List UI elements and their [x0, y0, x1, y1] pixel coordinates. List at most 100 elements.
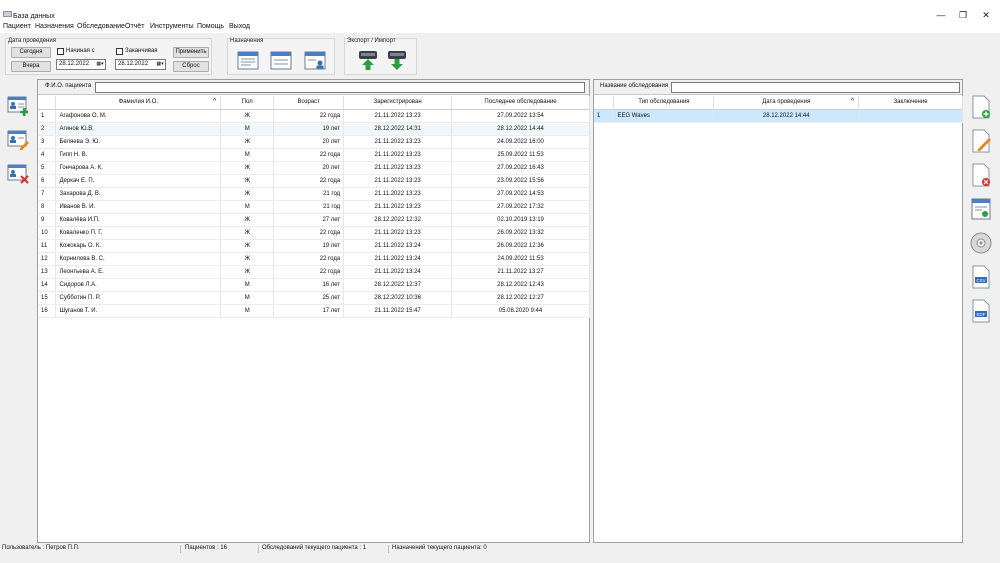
- column-header-age[interactable]: Возраст: [273, 96, 345, 110]
- exam-name-input[interactable]: [671, 82, 960, 93]
- delete-patient-icon[interactable]: [7, 164, 29, 184]
- menu-report[interactable]: Отчёт: [125, 23, 144, 30]
- row-index: 1: [38, 109, 57, 123]
- patient-sex: Ж: [220, 239, 275, 253]
- column-header-sex[interactable]: Пол: [220, 96, 275, 110]
- patient-last-exam: 25.09.2022 11:53: [451, 148, 590, 162]
- status-user: Пользователь : Петров П.П.: [2, 545, 80, 551]
- patient-sex: М: [220, 278, 275, 292]
- reset-button[interactable]: Сброс: [173, 61, 209, 72]
- end-date-checkbox[interactable]: [116, 48, 123, 55]
- apply-button[interactable]: Применить: [173, 47, 209, 58]
- menu-help[interactable]: Помощь: [197, 23, 224, 30]
- add-patient-icon[interactable]: [7, 96, 29, 116]
- patient-name-input[interactable]: [95, 82, 585, 93]
- exams-table: Тип обследования Дата проведения ^ Заключ…: [594, 96, 963, 123]
- menu-exit[interactable]: Выход: [229, 23, 250, 30]
- patient-row[interactable]: 13 Леонтьева А. Е. Ж 22 года 21.11.2022 13:2…: [38, 265, 590, 279]
- patient-registered: 21.11.2022 15:47: [343, 304, 453, 318]
- patient-sex: Ж: [220, 226, 275, 240]
- import-icon[interactable]: [357, 49, 379, 71]
- add-exam-icon[interactable]: [970, 95, 992, 119]
- column-header-last-exam[interactable]: Последнее обследование: [451, 96, 590, 110]
- calendar-dropdown-icon[interactable]: ▦▾: [156, 61, 164, 68]
- patient-registered: 21.11.2022 13:23: [343, 109, 453, 123]
- menu-tools[interactable]: Инструменты: [150, 23, 194, 30]
- column-header-exam-type[interactable]: Тип обследования: [613, 96, 715, 110]
- patient-row[interactable]: 2 Агинов Ю.В. М 19 лет 28.12.2022 14:31 28.12…: [38, 122, 590, 136]
- exam-report-icon[interactable]: [970, 197, 992, 221]
- column-header-exam-date[interactable]: Дата проведения ^: [713, 96, 860, 110]
- patient-name: Корнилова В. С.: [55, 252, 222, 266]
- patient-row[interactable]: 11 Кожокарь О. К. Ж 19 лет 21.11.2022 13:24 2…: [38, 239, 590, 253]
- patient-registered: 21.11.2022 13:23: [343, 174, 453, 188]
- disc-icon[interactable]: [970, 231, 992, 255]
- assignment-edit-icon[interactable]: [270, 49, 292, 71]
- patient-last-exam: 27.09.2022 14:53: [451, 187, 590, 201]
- menu-examination[interactable]: Обследование: [77, 23, 125, 30]
- patient-registered: 21.11.2022 13:23: [343, 187, 453, 201]
- export-icon[interactable]: [386, 49, 408, 71]
- restore-button[interactable]: ❐: [956, 9, 970, 21]
- patient-row[interactable]: 3 Беляева Э. Ю. Ж 20 лет 21.11.2022 13:23 24.…: [38, 135, 590, 149]
- patient-row[interactable]: 12 Корнилова В. С. Ж 22 года 21.11.2022 13:2…: [38, 252, 590, 266]
- assignment-list-icon[interactable]: [237, 49, 259, 71]
- column-header-name[interactable]: Фамилия И.О. ^: [55, 96, 222, 110]
- patient-row[interactable]: 9 Ковалёва И.П. Ж 27 лет 28.12.2022 12:32 02.…: [38, 213, 590, 227]
- patient-row[interactable]: 5 Гончарова А. К. Ж 20 лет 21.11.2022 13:23 2…: [38, 161, 590, 175]
- patient-last-exam: 02.10.2019 13:19: [451, 213, 590, 227]
- export-csv-icon[interactable]: CSV: [970, 265, 992, 289]
- start-date-picker[interactable]: 28.12.2022 ▦▾: [56, 59, 106, 70]
- row-index: 12: [38, 252, 57, 266]
- patient-age: 27 лет: [273, 213, 345, 227]
- close-button[interactable]: ✕: [979, 9, 993, 21]
- exam-row[interactable]: 1 EEG Waves 28.12.2022 14:44: [594, 109, 963, 123]
- patient-row[interactable]: 1 Агафонова О. М. Ж 22 года 21.11.2022 13:23…: [38, 109, 590, 123]
- patient-registered: 21.11.2022 13:23: [343, 226, 453, 240]
- patient-registered: 28.12.2022 12:32: [343, 213, 453, 227]
- edit-patient-icon[interactable]: [7, 130, 29, 150]
- start-date-label: Начиная с: [66, 48, 95, 54]
- export-edf-icon[interactable]: EDF: [970, 299, 992, 323]
- patient-age: 16 лет: [273, 278, 345, 292]
- patient-name: Иванов В. И.: [55, 200, 222, 214]
- patient-name: Захарова Д. В.: [55, 187, 222, 201]
- patients-header-row: Фамилия И.О. ^ Пол Возраст Зарегистрирова…: [38, 96, 590, 110]
- yesterday-button[interactable]: Вчера: [11, 61, 51, 72]
- patient-row[interactable]: 6 Деркач Е. П. Ж 22 года 21.11.2022 13:23 23.…: [38, 174, 590, 188]
- row-index: 16: [38, 304, 57, 318]
- status-exam-count: Обследований текущего пациента : 1: [262, 545, 367, 551]
- assignment-patient-icon[interactable]: [304, 49, 326, 71]
- patient-row[interactable]: 15 Субботин П. Р. М 25 лет 28.12.2022 10:36 2…: [38, 291, 590, 305]
- patient-row[interactable]: 14 Сидоров Л.А. М 16 лет 28.12.2022 12:37 28.…: [38, 278, 590, 292]
- patient-row[interactable]: 4 Гипп Н. В. М 22 года 21.11.2022 13:23 25.09…: [38, 148, 590, 162]
- calendar-dropdown-icon[interactable]: ▦▾: [96, 61, 104, 68]
- patients-panel: Ф.И.О. пациента Фамилия И.О. ^ Пол Возрас…: [37, 79, 590, 543]
- column-header-conclusion[interactable]: Заключение: [858, 96, 963, 110]
- patient-registered: 21.11.2022 13:24: [343, 239, 453, 253]
- column-header-registered[interactable]: Зарегистрирован: [343, 96, 453, 110]
- today-button[interactable]: Сегодня: [11, 47, 51, 58]
- patient-registered: 21.11.2022 13:23: [343, 135, 453, 149]
- patient-sex: М: [220, 291, 275, 305]
- minimize-button[interactable]: —: [934, 9, 948, 21]
- status-separator: [180, 545, 181, 553]
- patient-row[interactable]: 7 Захарова Д. В. Ж 21 год 21.11.2022 13:23 27…: [38, 187, 590, 201]
- patient-row[interactable]: 8 Иванов В. И. М 21 год 21.11.2022 13:23 27.0…: [38, 200, 590, 214]
- patients-table-body: 1 Агафонова О. М. Ж 22 года 21.11.2022 13:23…: [38, 109, 590, 318]
- patient-row[interactable]: 16 Шуганов Т. И. М 17 лет 21.11.2022 15:47 05…: [38, 304, 590, 318]
- patient-last-exam: 27.09.2022 16:43: [451, 161, 590, 175]
- patient-name: Агинов Ю.В.: [55, 122, 222, 136]
- delete-exam-icon[interactable]: [970, 163, 992, 187]
- start-date-checkbox[interactable]: [57, 48, 64, 55]
- patient-last-exam: 21.11.2022 13:27: [451, 265, 590, 279]
- patient-row[interactable]: 10 Коваленко П. Г. Ж 22 года 21.11.2022 13:2…: [38, 226, 590, 240]
- patient-sex: М: [220, 148, 275, 162]
- patient-name: Агафонова О. М.: [55, 109, 222, 123]
- toolbar: Дата проведения Сегодня Вчера Начиная с …: [0, 33, 1000, 77]
- edit-exam-icon[interactable]: [970, 129, 992, 153]
- menu-assignments[interactable]: Назначения: [35, 23, 74, 30]
- menu-patient[interactable]: Пациент: [3, 23, 31, 30]
- end-date-picker[interactable]: 28.12.2022 ▦▾: [115, 59, 166, 70]
- patient-filter-label: Ф.И.О. пациента: [45, 83, 92, 89]
